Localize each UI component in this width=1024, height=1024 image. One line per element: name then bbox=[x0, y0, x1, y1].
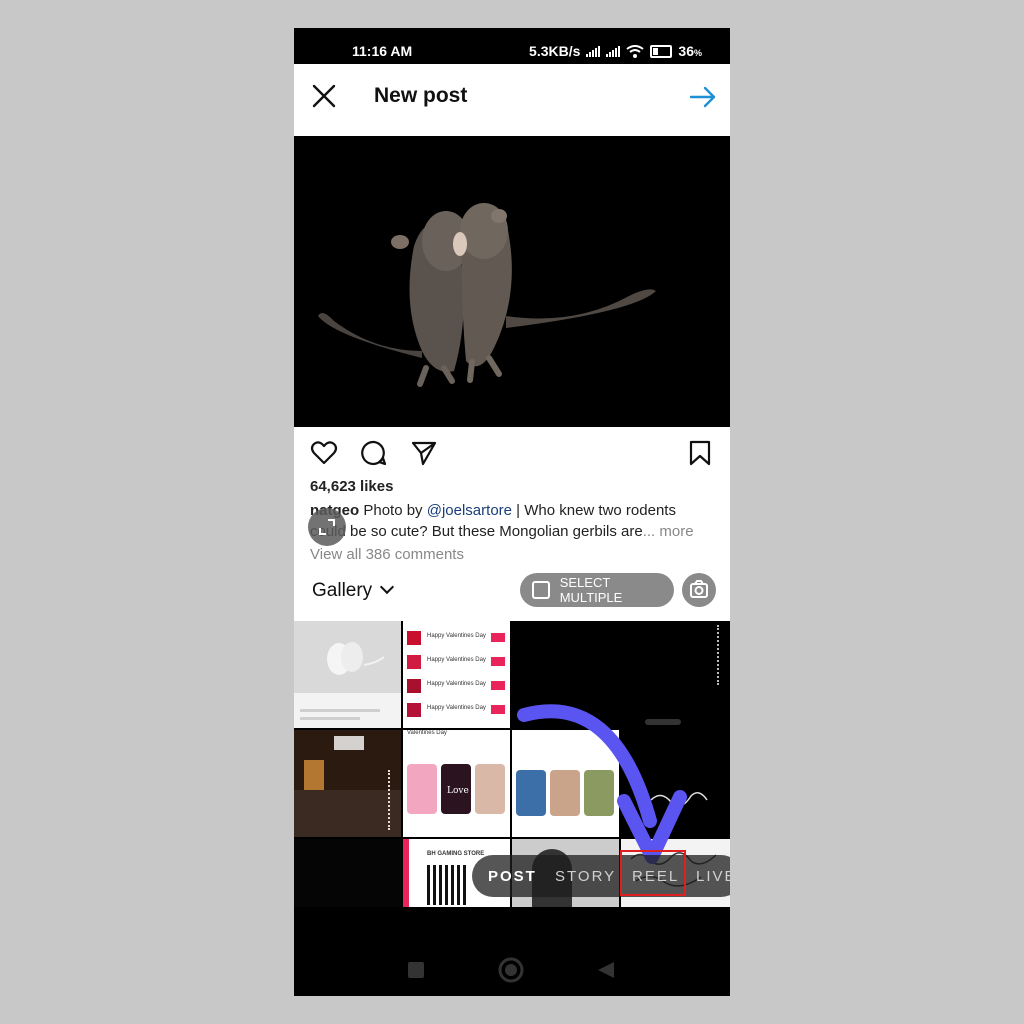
new-post-header: New post bbox=[294, 64, 730, 136]
post-caption: natgeo Photo by @joelsartore | Who knew … bbox=[310, 502, 694, 540]
page-title: New post bbox=[374, 84, 468, 107]
recents-icon[interactable] bbox=[408, 962, 424, 978]
view-comments-link[interactable]: View all 386 comments bbox=[310, 546, 464, 563]
bookmark-icon[interactable] bbox=[686, 439, 714, 467]
select-multiple-icon bbox=[532, 581, 550, 599]
battery-level: 36% bbox=[678, 43, 702, 59]
more-link[interactable]: ... more bbox=[643, 523, 694, 540]
status-time: 11:16 AM bbox=[352, 43, 413, 59]
arrow-right-icon[interactable] bbox=[688, 82, 718, 112]
likes-count: 64,623 likes bbox=[310, 478, 394, 495]
caption-mention[interactable]: @joelsartore bbox=[427, 502, 512, 519]
status-bar: 11:16 AM 5.3KB/s 36% bbox=[294, 28, 730, 64]
signal-icon bbox=[586, 45, 601, 57]
mode-post[interactable]: POST bbox=[488, 868, 537, 885]
camera-button[interactable] bbox=[682, 573, 716, 607]
camera-icon bbox=[690, 580, 708, 598]
signal-icon-2 bbox=[606, 45, 621, 57]
gallery-dropdown[interactable]: Gallery bbox=[312, 579, 395, 602]
mode-live[interactable]: LIVE bbox=[696, 868, 730, 885]
phone-screen: 11:16 AM 5.3KB/s 36% New post 64,623 lik… bbox=[294, 28, 730, 996]
heart-icon[interactable] bbox=[310, 439, 338, 467]
mode-story[interactable]: STORY bbox=[555, 868, 616, 885]
mode-selector: POST STORY REEL LIVE bbox=[472, 855, 730, 897]
battery-icon bbox=[650, 44, 673, 58]
close-icon[interactable] bbox=[310, 82, 338, 110]
status-right: 5.3KB/s 36% bbox=[529, 43, 702, 59]
wifi-icon bbox=[626, 44, 645, 58]
network-speed: 5.3KB/s bbox=[529, 43, 581, 59]
select-multiple-button[interactable]: SELECT MULTIPLE bbox=[520, 573, 674, 607]
expand-icon bbox=[319, 519, 335, 535]
comment-icon[interactable] bbox=[360, 439, 388, 467]
back-icon[interactable] bbox=[598, 962, 614, 978]
reel-highlight-box bbox=[620, 850, 686, 896]
system-nav-bar bbox=[294, 907, 730, 996]
nav-buttons bbox=[408, 957, 614, 983]
crop-expand-button[interactable] bbox=[308, 508, 346, 546]
selected-photo-preview bbox=[294, 136, 730, 427]
share-icon[interactable] bbox=[410, 439, 438, 467]
post-info: 64,623 likes natgeo Photo by @joelsartor… bbox=[294, 427, 730, 621]
gerbils-image bbox=[294, 136, 730, 427]
chevron-down-icon bbox=[380, 579, 395, 595]
